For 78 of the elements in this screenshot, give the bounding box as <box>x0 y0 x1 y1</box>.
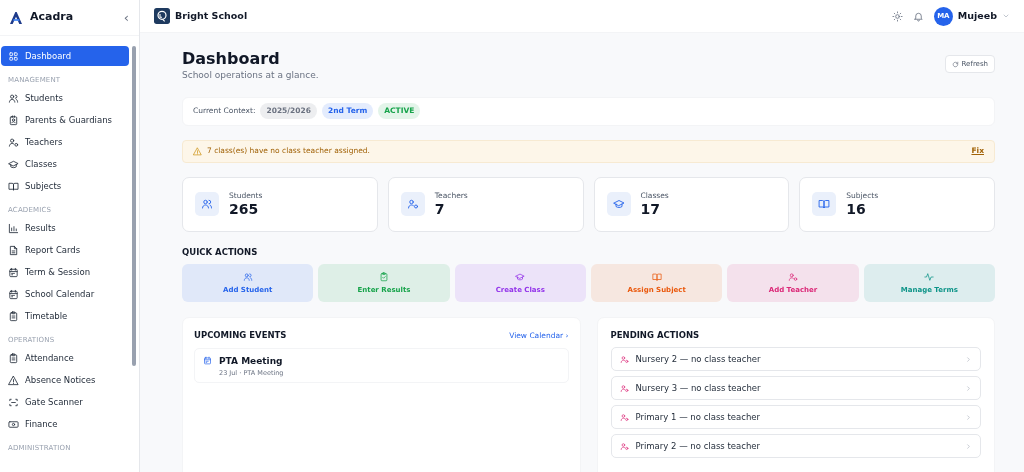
bell-icon <box>912 10 924 22</box>
calendar-icon <box>8 266 19 278</box>
school-logo-icon <box>154 8 170 24</box>
nav-item[interactable]: Finance <box>1 414 129 434</box>
pending-item[interactable]: Primary 1 — no class teacher <box>610 405 981 429</box>
pending-item[interactable]: Nursery 2 — no class teacher <box>610 347 981 371</box>
user-icon <box>619 383 629 393</box>
grid-icon <box>8 50 19 62</box>
user-icon <box>619 354 629 364</box>
nav-item[interactable]: Students <box>1 88 129 108</box>
warning-icon <box>193 146 202 156</box>
page-title: Dashboard <box>182 49 281 69</box>
book-icon <box>651 271 662 282</box>
chevron-right-icon <box>965 384 972 392</box>
warning-icon <box>8 374 19 386</box>
user-icon <box>406 198 419 210</box>
chevron-right-icon <box>965 442 972 450</box>
refresh-icon <box>951 60 959 68</box>
calendar-icon <box>203 356 212 365</box>
nav-item[interactable]: Attendance <box>1 348 129 368</box>
clipboard-check-icon <box>379 271 389 282</box>
logo-icon <box>8 9 24 26</box>
nav-item[interactable]: Teachers <box>1 132 129 152</box>
pending-text: Primary 1 — no class teacher <box>635 410 760 424</box>
pending-text: Nursery 3 — no class teacher <box>635 381 761 395</box>
pending-text: Primary 2 — no class teacher <box>635 439 760 453</box>
nav-item[interactable]: Absence Notices <box>1 370 129 390</box>
graduation-cap-icon <box>515 271 526 282</box>
nav-item[interactable]: Subjects <box>1 176 129 196</box>
bar-chart-icon <box>8 222 19 234</box>
stat-value: 7 <box>434 201 446 219</box>
users-icon <box>8 92 19 104</box>
nav-item[interactable]: Gate Scanner <box>1 392 129 412</box>
banknote-icon <box>8 418 19 430</box>
sun-icon <box>891 10 903 22</box>
stat-value: 265 <box>229 201 260 219</box>
graduation-cap-icon <box>612 198 625 210</box>
nav-item[interactable]: Parents & Guardians <box>1 110 129 130</box>
panel-title: UPCOMING EVENTS <box>194 329 287 342</box>
book-icon <box>818 198 831 210</box>
brand-name: Acadra <box>30 9 74 26</box>
nav-item[interactable]: Timetable <box>1 306 129 326</box>
nav-item[interactable]: Dashboard <box>1 46 129 66</box>
pending-item[interactable]: Nursery 3 — no class teacher <box>610 376 981 400</box>
nav-item[interactable]: Results <box>1 218 129 238</box>
user-icon <box>619 412 629 422</box>
graduation-cap-icon <box>8 158 19 170</box>
event-title: PTA Meeting <box>219 355 284 368</box>
clipboard-icon <box>8 310 19 322</box>
scan-icon <box>8 396 19 408</box>
pending-item[interactable]: Primary 2 — no class teacher <box>610 434 981 458</box>
section-title: QUICK ACTIONS <box>182 245 259 259</box>
nav-item[interactable]: Term & Session <box>1 262 129 282</box>
school-name: Bright School <box>175 8 248 23</box>
id-card-icon <box>8 114 19 126</box>
nav-item[interactable]: Classes <box>1 154 129 174</box>
users-icon <box>201 198 213 210</box>
user-icon <box>8 136 19 148</box>
collapse-button[interactable]: ‹ <box>121 11 131 24</box>
nav-item[interactable]: Report Cards <box>1 240 129 260</box>
users-icon <box>242 271 253 282</box>
clipboard-icon <box>8 352 19 364</box>
user-icon <box>788 271 798 282</box>
panel-title: PENDING ACTIONS <box>610 329 701 342</box>
scrollbar-thumb[interactable] <box>132 46 136 366</box>
user-icon <box>619 441 629 451</box>
book-icon <box>8 180 19 192</box>
nav-item[interactable]: School Calendar <box>1 284 129 304</box>
chevron-right-icon <box>965 413 972 421</box>
chevron-down-icon <box>1002 12 1010 20</box>
pending-text: Nursery 2 — no class teacher <box>635 352 761 366</box>
page-subtitle: School operations at a glance. <box>182 69 319 82</box>
chevron-right-icon <box>965 355 972 363</box>
calendar-icon <box>8 288 19 300</box>
stat-value: 16 <box>846 201 867 219</box>
document-icon <box>8 244 19 256</box>
pulse-icon <box>924 271 935 282</box>
stat-value: 17 <box>640 201 661 219</box>
